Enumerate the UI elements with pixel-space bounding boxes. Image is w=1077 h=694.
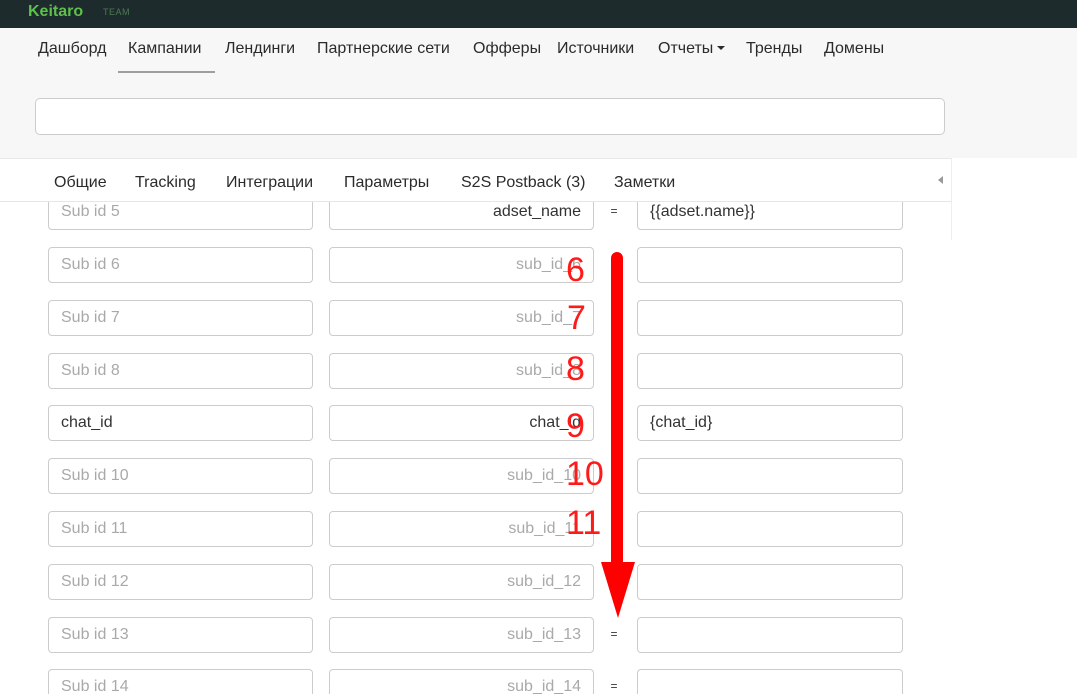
caret-down-icon [717,46,726,50]
equals-sign: = [610,679,618,693]
nav-item-affiliate-networks[interactable]: Партнерские сети [317,39,450,59]
param-name-input[interactable] [48,405,313,441]
param-row: = [0,511,952,547]
nav-item-reports[interactable]: Отчеты [658,39,726,59]
param-name-input[interactable] [48,511,313,547]
equals-sign: = [610,627,618,641]
param-row: = [0,617,952,653]
campaign-name-input[interactable] [35,98,945,135]
param-row: = [0,353,952,389]
logo[interactable]: Keitaro [28,3,83,21]
nav-item-domains[interactable]: Домены [824,39,884,59]
param-key-input[interactable] [329,458,594,494]
tab-notes[interactable]: Заметки [614,173,675,193]
param-name-input[interactable] [48,300,313,336]
param-key-input[interactable] [329,511,594,547]
param-value-input[interactable] [637,353,903,389]
param-key-input[interactable] [329,353,594,389]
nav-item-trends[interactable]: Тренды [746,39,802,59]
app-window: Keitaro TEAM Дашборд Кампании Лендинги П… [0,0,1077,694]
parameters-list: = = = = = = [0,202,952,694]
param-row: = [0,458,952,494]
tab-s2s-postback[interactable]: S2S Postback (3) [461,173,586,193]
nav-item-sources[interactable]: Источники [557,39,634,59]
param-value-input[interactable] [637,458,903,494]
param-key-input[interactable] [329,617,594,653]
param-value-input[interactable] [637,300,903,336]
param-name-input[interactable] [48,353,313,389]
param-key-input[interactable] [329,669,594,694]
param-name-input[interactable] [48,202,313,230]
tab-general[interactable]: Общие [54,173,107,193]
param-name-input[interactable] [48,617,313,653]
param-value-input[interactable] [637,511,903,547]
param-name-input[interactable] [48,247,313,283]
nav-item-reports-label: Отчеты [658,40,714,57]
main-nav: Дашборд Кампании Лендинги Партнерские се… [0,28,1077,158]
param-name-input[interactable] [48,669,313,694]
param-key-input[interactable] [329,202,594,230]
nav-item-offers[interactable]: Офферы [473,39,541,59]
tab-parameters[interactable]: Параметры [344,173,429,193]
param-key-input[interactable] [329,300,594,336]
nav-item-dashboard[interactable]: Дашборд [38,39,107,59]
param-value-input[interactable] [637,405,903,441]
param-row: = [0,300,952,336]
top-bar: Keitaro TEAM [0,0,1077,28]
param-value-input[interactable] [637,202,903,230]
collapse-left-icon[interactable] [938,176,943,184]
tab-tracking[interactable]: Tracking [135,173,196,193]
param-value-input[interactable] [637,617,903,653]
nav-item-campaigns[interactable]: Кампании [128,39,202,59]
param-row: = [0,247,952,283]
param-value-input[interactable] [637,564,903,600]
param-row: = [0,564,952,600]
nav-item-landings[interactable]: Лендинги [225,39,295,59]
campaign-tabs: Общие Tracking Интеграции Параметры S2S … [0,158,952,204]
param-key-input[interactable] [329,247,594,283]
param-key-input[interactable] [329,405,594,441]
tab-integrations[interactable]: Интеграции [226,173,313,193]
param-name-input[interactable] [48,564,313,600]
param-name-input[interactable] [48,458,313,494]
param-key-input[interactable] [329,564,594,600]
edition-badge: TEAM [103,7,131,17]
param-row: = [0,669,952,694]
param-value-input[interactable] [637,669,903,694]
param-row: = [0,405,952,441]
param-value-input[interactable] [637,247,903,283]
param-row: = [0,202,952,230]
nav-active-indicator [118,71,215,73]
equals-sign: = [610,204,618,218]
